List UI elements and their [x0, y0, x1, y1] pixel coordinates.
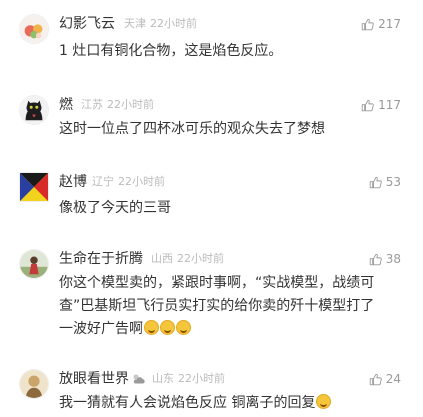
thumbs-up-icon [369, 373, 382, 385]
comment-item: 放眼看世界 山东 22小时前 24 我一猜就有人会说焰色反应 铜离子的回复 [0, 369, 423, 417]
comment-meta: 辽宁 22小时前 [92, 174, 165, 190]
comment-item: 生命在于折腾 山西 22小时前 38 你这个模型卖的，紧跟时事啊，“实战模型，战绩… [0, 249, 423, 344]
avatar[interactable] [19, 95, 49, 125]
location: 辽宁 [92, 175, 114, 188]
location: 山西 [151, 252, 173, 265]
comment-meta: 山西 22小时前 [151, 251, 224, 267]
avatar[interactable] [19, 249, 49, 279]
avatar[interactable] [19, 14, 49, 44]
like-count: 38 [385, 252, 401, 266]
laughing-crying-emoji-icon [176, 320, 191, 335]
comment-meta: 天津 22小时前 [124, 16, 197, 32]
username[interactable]: 放眼看世界 [59, 369, 145, 389]
avatar-image [20, 370, 48, 398]
grinning-emoji-icon [316, 394, 332, 409]
like-button[interactable]: 38 [369, 249, 401, 269]
comment-text: 你这个模型卖的，紧跟时事啊，“实战模型，战绩可 查”巴基斯坦飞行员实打实的给你卖… [59, 275, 375, 337]
avatar-image [20, 250, 48, 278]
comment-meta: 江苏 22小时前 [81, 97, 154, 113]
like-button[interactable]: 117 [361, 95, 401, 115]
like-count: 217 [378, 17, 401, 31]
username[interactable]: 赵博 [59, 172, 87, 192]
avatar[interactable] [19, 172, 49, 202]
comment-text: 像极了今天的三哥 [59, 200, 171, 216]
comment-meta: 山东 22小时前 [152, 371, 225, 387]
username[interactable]: 燃 [59, 95, 73, 115]
username[interactable]: 生命在于折腾 [59, 249, 143, 269]
timestamp: 22小时前 [107, 98, 154, 111]
avatar-image [20, 15, 48, 43]
comment-text: 1 灶口有铜化合物，这是焰色反应。 [59, 43, 283, 59]
thumbs-up-icon [361, 18, 374, 30]
comment-text: 这时一位点了四杯冰可乐的观众失去了梦想 [59, 121, 325, 137]
timestamp: 22小时前 [177, 252, 224, 265]
comment-item: 燃 江苏 22小时前 117 这时一位点了四杯冰可乐的观众失去了梦想 [0, 95, 423, 155]
username[interactable]: 幻影飞云 [59, 14, 115, 34]
timestamp: 22小时前 [150, 17, 197, 30]
sun-cloud-icon [133, 374, 145, 384]
comment-item: 幻影飞云 天津 22小时前 217 1 灶口有铜化合物，这是焰色反应。 [0, 14, 423, 74]
like-count: 24 [385, 372, 401, 386]
thumbs-up-icon [369, 176, 382, 188]
location: 山东 [152, 372, 174, 385]
location: 天津 [124, 17, 146, 30]
laughing-crying-emoji-icon [144, 320, 159, 335]
avatar[interactable] [19, 369, 49, 399]
like-button[interactable]: 24 [369, 369, 401, 389]
laughing-crying-emoji-icon [160, 320, 175, 335]
like-button[interactable]: 217 [361, 14, 401, 34]
like-count: 117 [378, 98, 401, 112]
like-button[interactable]: 53 [369, 172, 401, 192]
location: 江苏 [81, 98, 103, 111]
comment-item: 赵博 辽宁 22小时前 53 像极了今天的三哥 [0, 172, 423, 232]
thumbs-up-icon [369, 253, 382, 265]
comment-text: 我一猜就有人会说焰色反应 铜离子的回复 [59, 392, 404, 415]
avatar-image [20, 96, 48, 124]
like-count: 53 [385, 175, 401, 189]
thumbs-up-icon [361, 99, 374, 111]
avatar-image [20, 173, 48, 201]
timestamp: 22小时前 [118, 175, 165, 188]
timestamp: 22小时前 [178, 372, 225, 385]
